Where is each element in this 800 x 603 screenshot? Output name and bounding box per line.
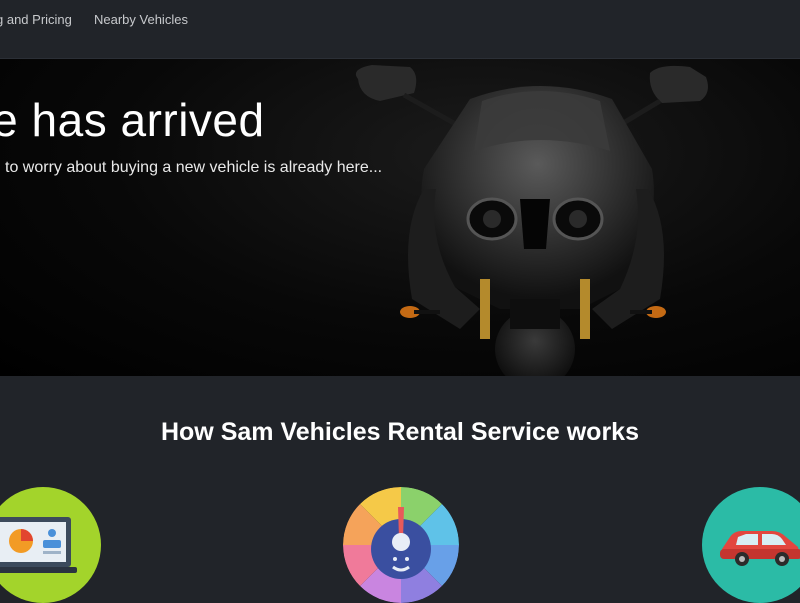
laptop-icon xyxy=(0,487,101,603)
hero-banner: ture has arrived 't have to worry about … xyxy=(0,59,800,376)
top-navbar: g and Pricing Nearby Vehicles xyxy=(0,0,800,59)
hero-title: ture has arrived xyxy=(0,94,265,146)
how-it-works-heading: How Sam Vehicles Rental Service works xyxy=(160,418,639,446)
speedometer-icon xyxy=(343,487,459,603)
car-icon xyxy=(702,487,800,603)
nav-link-nearby-vehicles[interactable]: Nearby Vehicles xyxy=(94,12,188,27)
nav-link-booking-and-pricing[interactable]: g and Pricing xyxy=(0,12,72,27)
hero-subtitle: 't have to worry about buying a new vehi… xyxy=(0,159,383,176)
